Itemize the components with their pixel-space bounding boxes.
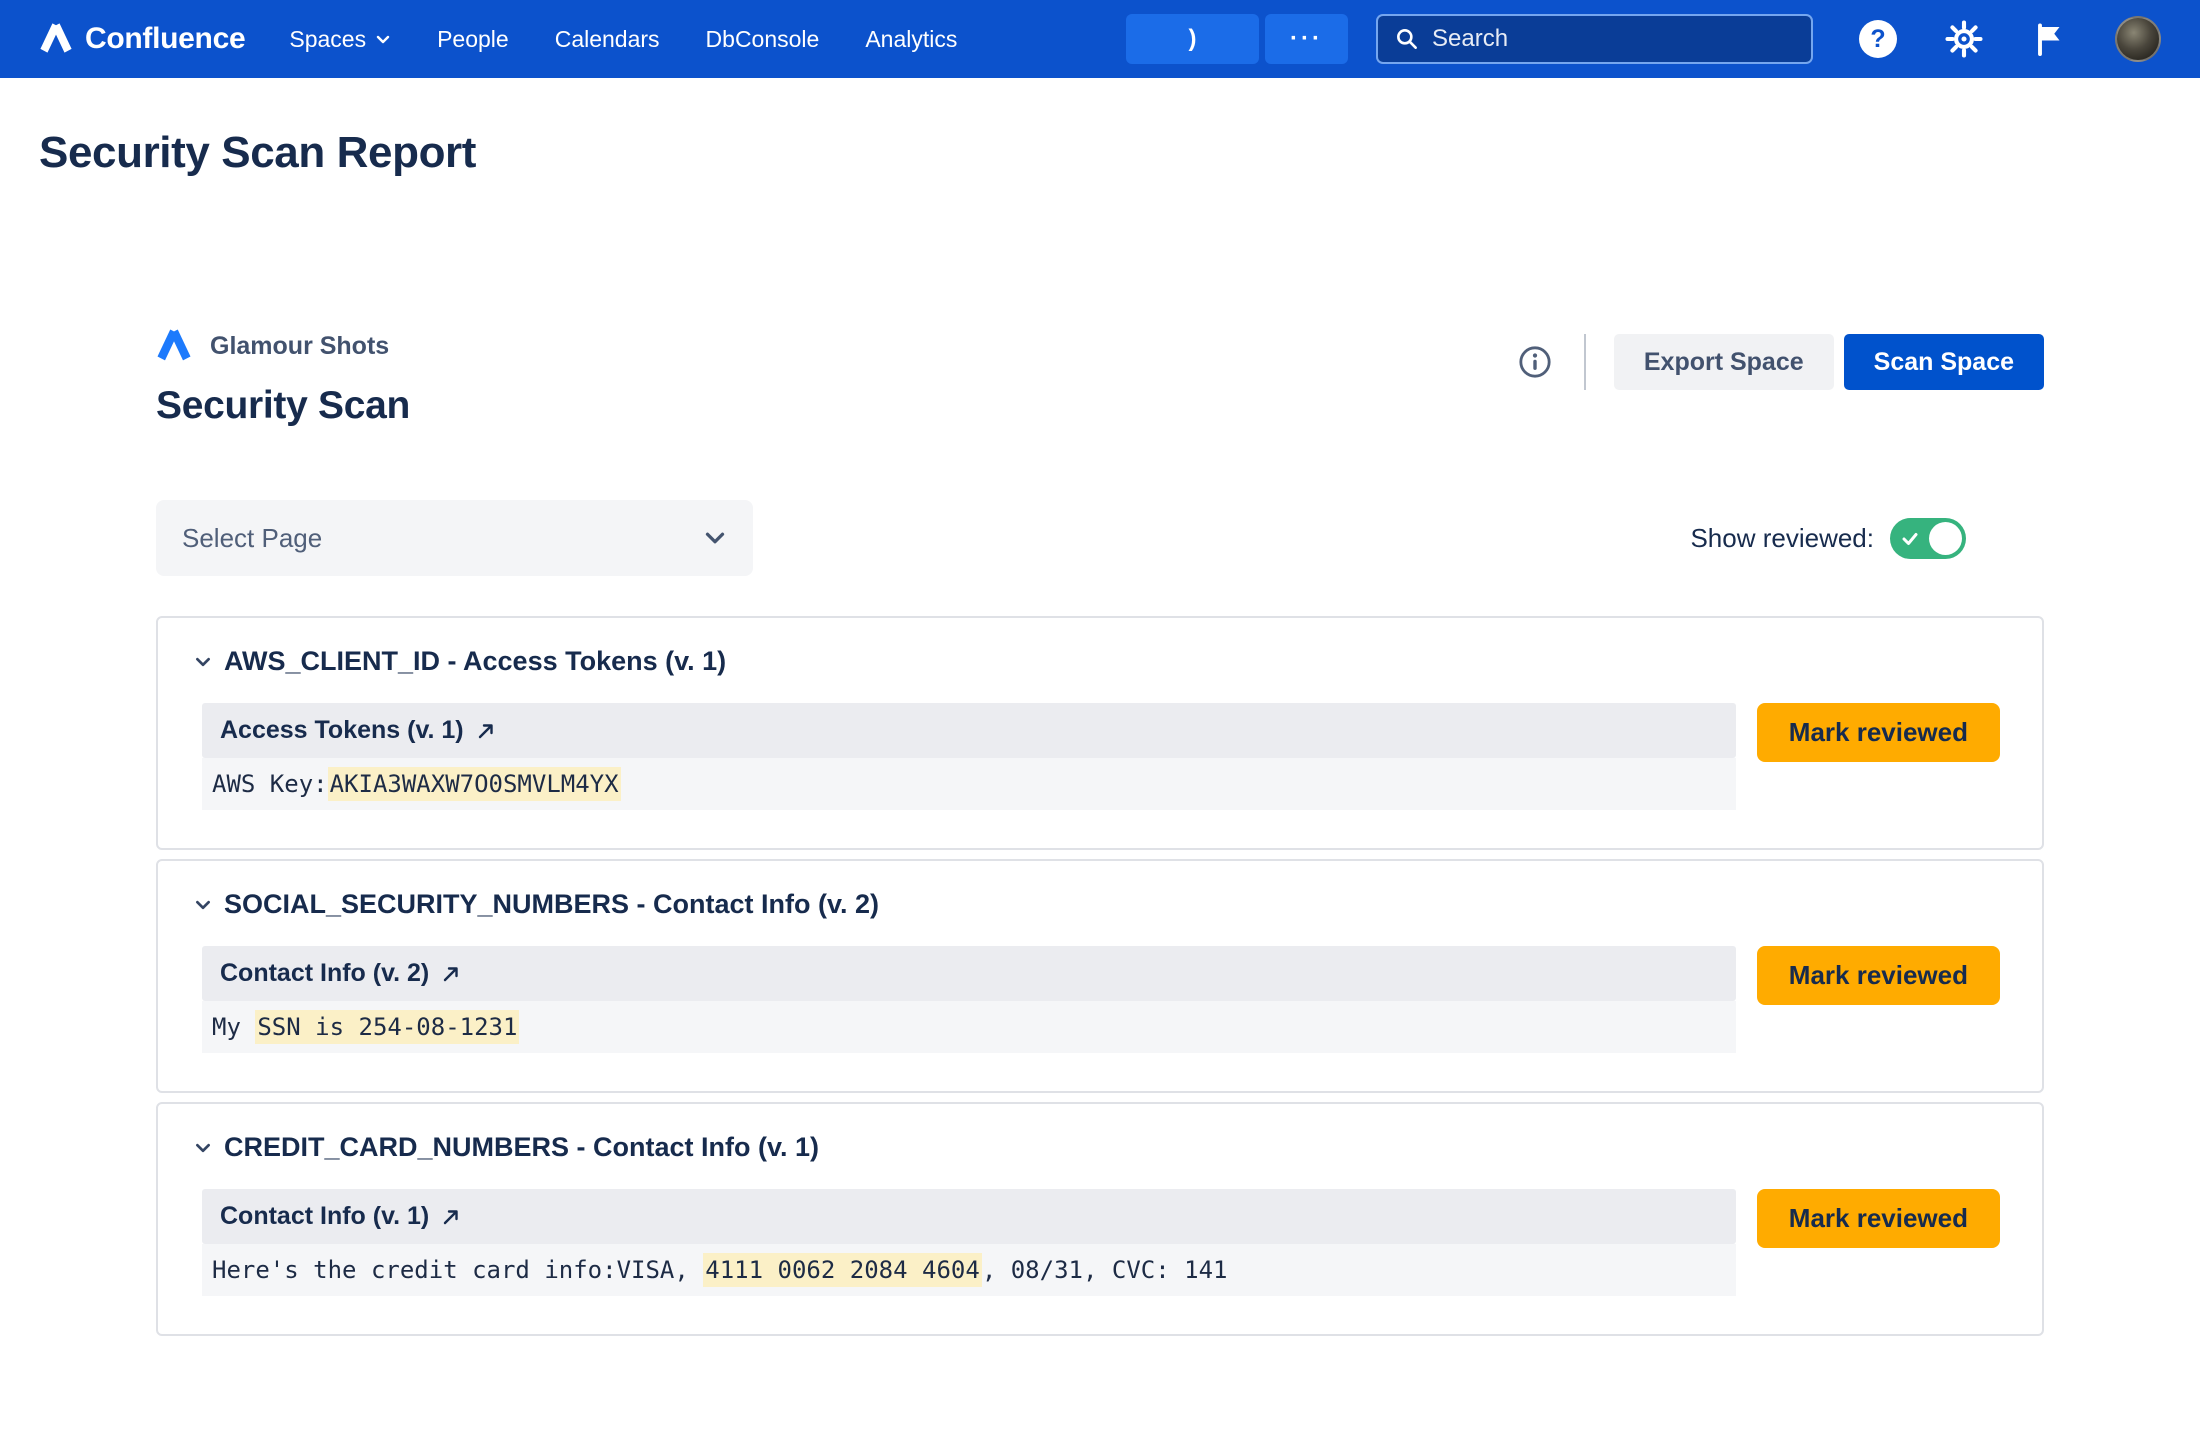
select-page-value: Select Page <box>182 523 322 554</box>
page-title: Security Scan Report <box>0 78 2200 178</box>
page-link-label: Access Tokens (v. 1) <box>220 716 464 745</box>
snippet-highlight: AKIA3WAXW7O0SMVLM4YX <box>328 767 621 801</box>
search-input[interactable] <box>1432 25 1795 53</box>
space-meta-row: Glamour Shots <box>156 328 410 364</box>
space-identity: Glamour Shots Security Scan <box>156 328 410 428</box>
finding-card: CREDIT_CARD_NUMBERS - Contact Info (v. 1… <box>156 1102 2044 1336</box>
help-icon[interactable]: ? <box>1859 20 1897 58</box>
snippet-highlight: 4111 0062 2084 4604 <box>703 1253 982 1287</box>
card-body: Access Tokens (v. 1) AWS Key:AKIA3WAXW7O… <box>184 703 2000 810</box>
nav-icons: ? <box>1859 16 2161 62</box>
card-title-row[interactable]: CREDIT_CARD_NUMBERS - Contact Info (v. 1… <box>184 1132 2000 1163</box>
finding-snippet: AWS Key:AKIA3WAXW7O0SMVLM4YX <box>202 758 1736 810</box>
collapse-chevron-icon <box>194 896 212 914</box>
more-options-button[interactable]: ··· <box>1265 14 1348 64</box>
chevron-down-icon <box>703 526 727 550</box>
nav-item-label: Spaces <box>289 26 366 53</box>
page-link[interactable]: Contact Info (v. 2) <box>202 946 1736 1001</box>
page-link[interactable]: Contact Info (v. 1) <box>202 1189 1736 1244</box>
space-logo-icon <box>156 328 192 364</box>
finding-card: AWS_CLIENT_ID - Access Tokens (v. 1) Acc… <box>156 616 2044 850</box>
page-link[interactable]: Access Tokens (v. 1) <box>202 703 1736 758</box>
card-title-row[interactable]: AWS_CLIENT_ID - Access Tokens (v. 1) <box>184 646 2000 677</box>
page-link-label: Contact Info (v. 2) <box>220 959 429 988</box>
external-link-icon <box>441 1207 461 1227</box>
chevron-down-icon <box>375 31 391 47</box>
export-space-button[interactable]: Export Space <box>1614 334 1834 390</box>
mark-reviewed-button[interactable]: Mark reviewed <box>1757 946 2000 1005</box>
finding-title: AWS_CLIENT_ID - Access Tokens (v. 1) <box>224 646 726 677</box>
toggle-knob <box>1929 522 1962 555</box>
external-link-icon <box>441 964 461 984</box>
snippet-suffix: , 08/31, CVC: 141 <box>982 1256 1228 1284</box>
confluence-logo-icon <box>39 22 73 56</box>
finding-card: SOCIAL_SECURITY_NUMBERS - Contact Info (… <box>156 859 2044 1093</box>
primary-nav: Spaces People Calendars DbConsole Analyt… <box>289 26 957 53</box>
settings-gear-icon[interactable] <box>1945 20 1983 58</box>
nav-item-people[interactable]: People <box>437 26 509 53</box>
vertical-divider <box>1584 334 1586 390</box>
info-icon[interactable] <box>1518 345 1552 379</box>
external-link-icon <box>476 721 496 741</box>
check-icon <box>1901 530 1919 548</box>
section-heading: Security Scan <box>156 384 410 428</box>
snippet-highlight: SSN is 254-08-1231 <box>255 1010 519 1044</box>
flag-icon[interactable] <box>2031 21 2067 57</box>
snippet-prefix: Here's the credit card info:VISA, <box>212 1256 703 1284</box>
nav-button-group: ) ··· <box>1126 14 1348 64</box>
show-reviewed-toggle[interactable] <box>1890 518 1966 559</box>
collapse-chevron-icon <box>194 1139 212 1157</box>
truncated-nav-button[interactable]: ) <box>1126 14 1259 64</box>
controls-row: Select Page Show reviewed: <box>156 500 2044 576</box>
card-body: Contact Info (v. 2) My SSN is 254-08-123… <box>184 946 2000 1053</box>
finding-detail: Access Tokens (v. 1) AWS Key:AKIA3WAXW7O… <box>202 703 1736 810</box>
finding-detail: Contact Info (v. 2) My SSN is 254-08-123… <box>202 946 1736 1053</box>
user-avatar[interactable] <box>2115 16 2161 62</box>
mark-reviewed-button[interactable]: Mark reviewed <box>1757 1189 2000 1248</box>
show-reviewed-control: Show reviewed: <box>1690 518 1966 559</box>
search-icon <box>1394 26 1420 52</box>
scan-space-button[interactable]: Scan Space <box>1844 334 2044 390</box>
brand-name: Confluence <box>85 22 245 56</box>
nav-right-cluster: ) ··· ? <box>1126 14 2161 64</box>
snippet-prefix: My <box>212 1013 255 1041</box>
show-reviewed-label: Show reviewed: <box>1690 523 1874 554</box>
space-header: Glamour Shots Security Scan Export Space… <box>156 328 2044 428</box>
select-page-dropdown[interactable]: Select Page <box>156 500 753 576</box>
snippet-prefix: AWS Key: <box>212 770 328 798</box>
finding-title: CREDIT_CARD_NUMBERS - Contact Info (v. 1… <box>224 1132 819 1163</box>
header-actions: Export Space Scan Space <box>1518 334 2044 390</box>
nav-item-analytics[interactable]: Analytics <box>865 26 957 53</box>
collapse-chevron-icon <box>194 653 212 671</box>
search-box[interactable] <box>1376 14 1813 64</box>
top-navigation: Confluence Spaces People Calendars DbCon… <box>0 0 2200 78</box>
nav-item-dbconsole[interactable]: DbConsole <box>706 26 820 53</box>
findings-list: AWS_CLIENT_ID - Access Tokens (v. 1) Acc… <box>156 616 2044 1336</box>
finding-snippet: Here's the credit card info:VISA, 4111 0… <box>202 1244 1736 1296</box>
finding-detail: Contact Info (v. 1) Here's the credit ca… <box>202 1189 1736 1296</box>
nav-item-calendars[interactable]: Calendars <box>555 26 660 53</box>
card-title-row[interactable]: SOCIAL_SECURITY_NUMBERS - Contact Info (… <box>184 889 2000 920</box>
finding-title: SOCIAL_SECURITY_NUMBERS - Contact Info (… <box>224 889 879 920</box>
space-name[interactable]: Glamour Shots <box>210 332 389 361</box>
confluence-logo[interactable]: Confluence <box>39 22 245 56</box>
nav-item-spaces[interactable]: Spaces <box>289 26 391 53</box>
card-body: Contact Info (v. 1) Here's the credit ca… <box>184 1189 2000 1296</box>
finding-snippet: My SSN is 254-08-1231 <box>202 1001 1736 1053</box>
page-link-label: Contact Info (v. 1) <box>220 1202 429 1231</box>
security-scan-panel: Glamour Shots Security Scan Export Space… <box>156 328 2044 1336</box>
mark-reviewed-button[interactable]: Mark reviewed <box>1757 703 2000 762</box>
